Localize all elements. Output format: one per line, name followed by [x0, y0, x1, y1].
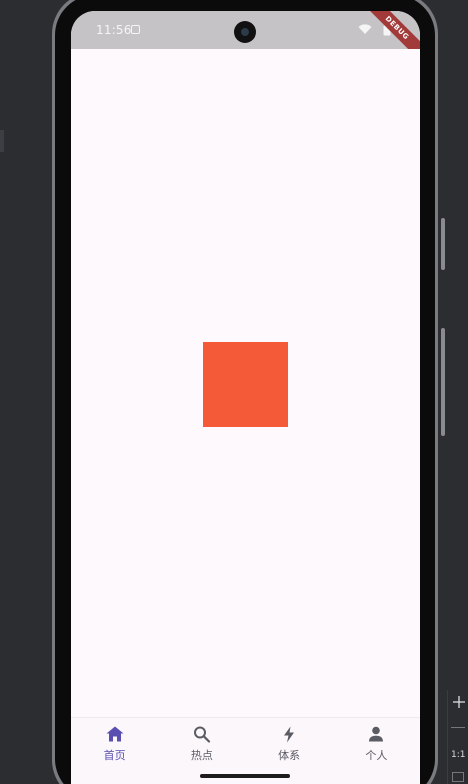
- zoom-out-icon[interactable]: [451, 727, 465, 728]
- wifi-icon: [358, 24, 372, 34]
- status-time: 11:56: [96, 23, 132, 37]
- search-icon: [193, 726, 210, 743]
- orange-square: [203, 342, 288, 427]
- bolt-icon: [284, 726, 295, 743]
- window-edge-handle: [0, 130, 4, 152]
- nav-label-profile: 个人: [365, 749, 388, 762]
- front-camera: [234, 21, 256, 43]
- nav-item-home[interactable]: 首页: [71, 718, 158, 784]
- nav-item-profile[interactable]: 个人: [333, 718, 420, 784]
- emulator-stage: 11:56 DEBUG 首页 热点 体系 个人 1:1: [0, 0, 468, 784]
- device-screen: 11:56 DEBUG 首页 热点 体系 个人: [71, 11, 420, 784]
- person-icon: [369, 726, 384, 742]
- notification-icon: [131, 25, 140, 34]
- gesture-home-bar[interactable]: [200, 774, 290, 778]
- status-bar: 11:56 DEBUG: [71, 11, 420, 65]
- volume-button[interactable]: [441, 218, 445, 270]
- home-icon: [106, 726, 124, 742]
- power-button[interactable]: [441, 328, 445, 436]
- fit-screen-icon[interactable]: [452, 772, 464, 782]
- actual-size-button[interactable]: 1:1: [451, 750, 465, 760]
- nav-label-hot: 热点: [190, 749, 213, 762]
- nav-label-home: 首页: [103, 749, 126, 762]
- page-content: [71, 49, 420, 717]
- nav-label-system: 体系: [278, 749, 301, 762]
- zoom-in-icon[interactable]: [451, 694, 467, 710]
